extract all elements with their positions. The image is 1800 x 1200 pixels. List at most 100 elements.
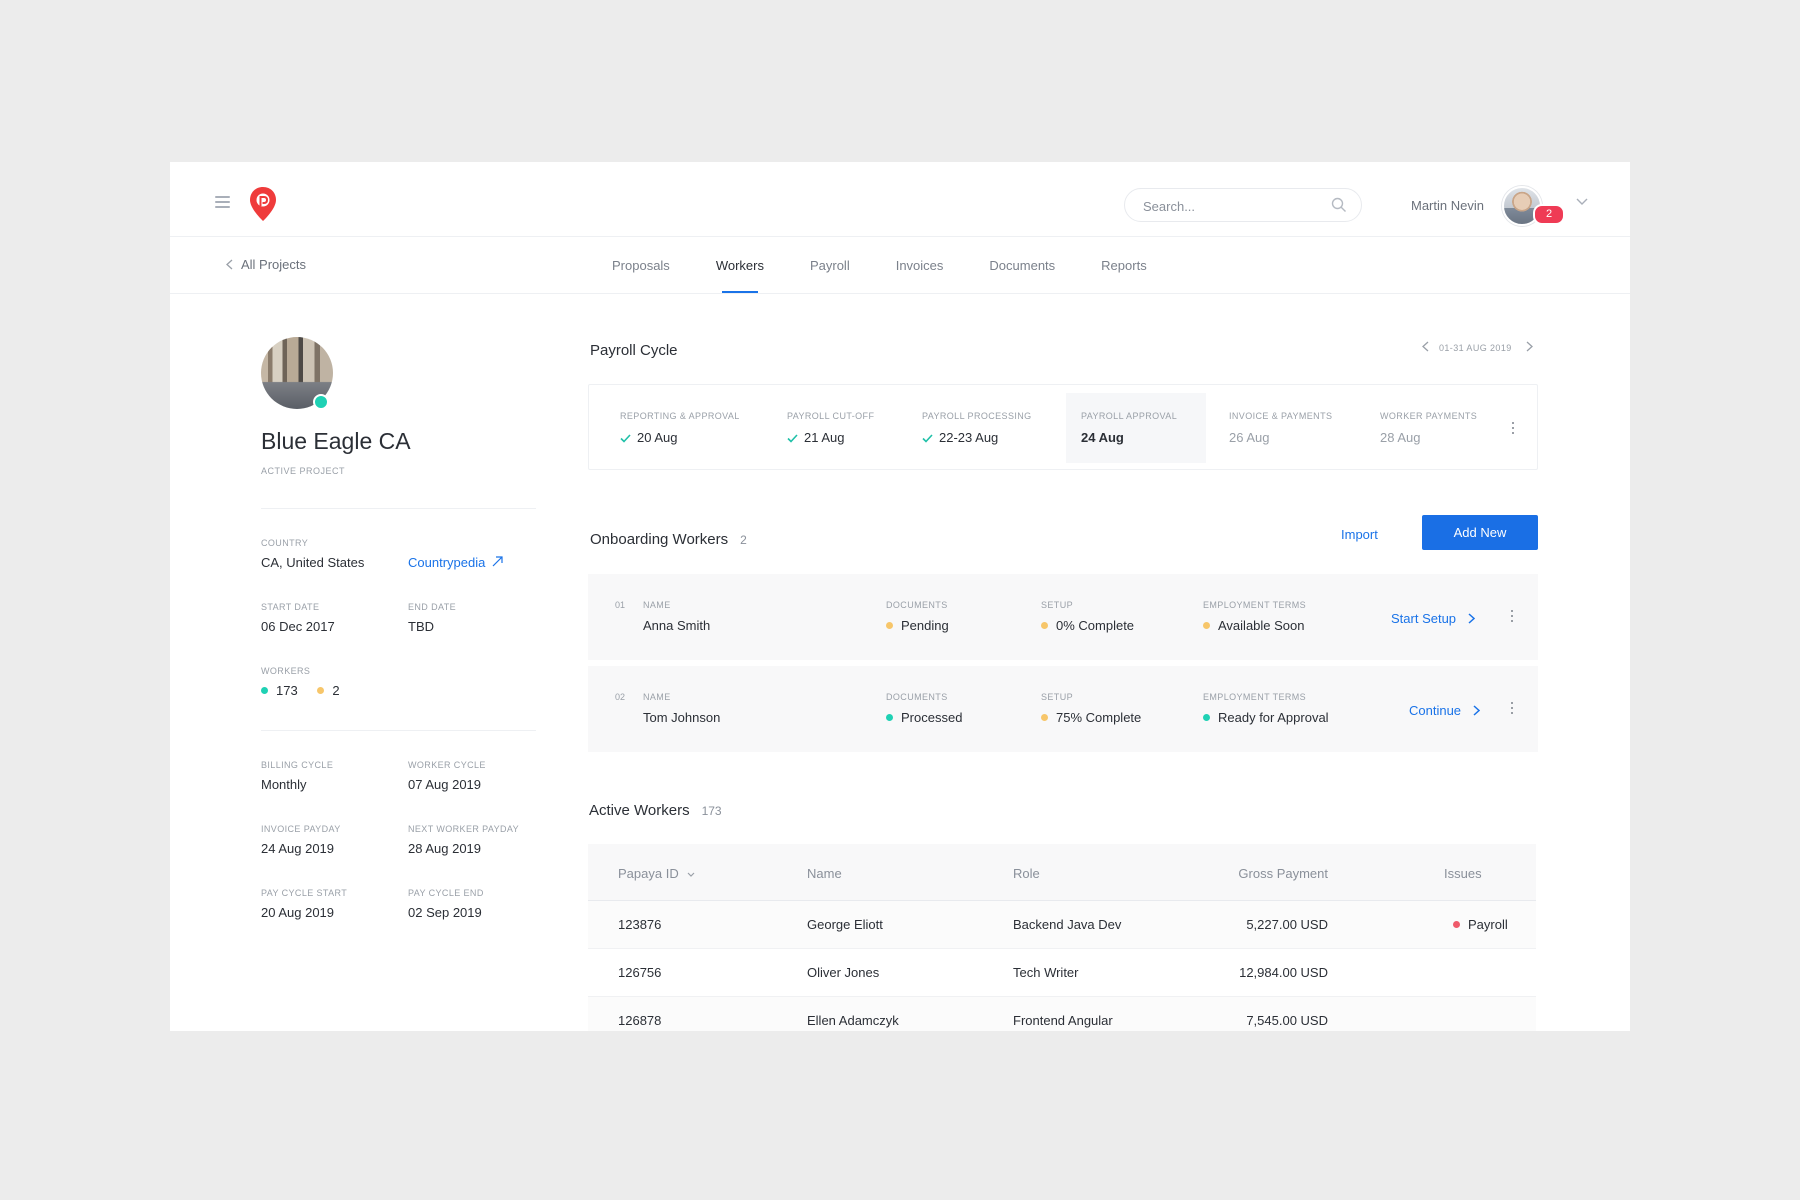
worker-cycle-label: WORKER CYCLE xyxy=(408,760,486,770)
chevron-down-icon[interactable] xyxy=(1576,198,1588,206)
tab-payroll[interactable]: Payroll xyxy=(787,237,873,293)
pay-cycle-end-value: 02 Sep 2019 xyxy=(408,905,482,920)
table-header: Papaya ID Name Role Gross Payment Issues xyxy=(588,844,1536,901)
column-header-issues[interactable]: Issues xyxy=(1444,866,1482,881)
countrypedia-label: Countrypedia xyxy=(408,555,486,570)
cycle-range: 01-31 AUG 2019 xyxy=(1439,343,1512,353)
tab-documents[interactable]: Documents xyxy=(966,237,1078,293)
start-setup-button[interactable]: Start Setup xyxy=(1391,611,1476,626)
terms-label: EMPLOYMENT TERMS xyxy=(1203,600,1307,610)
cell-name: Oliver Jones xyxy=(807,965,880,980)
payroll-cycle-title: Payroll Cycle xyxy=(590,342,678,359)
column-header-role[interactable]: Role xyxy=(1013,866,1040,881)
step-date: 22-23 Aug xyxy=(939,430,999,445)
column-header-papaya-id[interactable]: Papaya ID xyxy=(618,866,695,881)
tab-invoices[interactable]: Invoices xyxy=(873,237,967,293)
chevron-left-icon[interactable] xyxy=(1422,341,1429,352)
pay-cycle-start-label: PAY CYCLE START xyxy=(261,888,348,898)
worker-cycle-value: 07 Aug 2019 xyxy=(408,777,482,792)
cycle-step-current: PAYROLL APPROVAL 24 Aug xyxy=(1066,393,1206,463)
documents-label: DOCUMENTS xyxy=(886,692,948,702)
pay-cycle-end-label: PAY CYCLE END xyxy=(408,888,484,898)
cell-id: 126756 xyxy=(618,965,662,980)
step-date: 26 Aug xyxy=(1229,430,1270,445)
more-options-icon[interactable] xyxy=(1510,702,1514,716)
step-date: 21 Aug xyxy=(804,430,845,445)
project-status-label: ACTIVE PROJECT xyxy=(261,466,346,476)
tab-proposals[interactable]: Proposals xyxy=(589,237,693,293)
setup-status-text: 75% Complete xyxy=(1056,710,1142,725)
step-value: 20 Aug xyxy=(620,430,678,445)
start-date-label: START DATE xyxy=(261,602,320,612)
step-label: REPORTING & APPROVAL xyxy=(620,411,740,421)
next-worker-payday-value: 28 Aug 2019 xyxy=(408,841,482,856)
step-label: PAYROLL PROCESSING xyxy=(922,411,1032,421)
action-label: Start Setup xyxy=(1391,611,1457,626)
project-title: Blue Eagle CA xyxy=(261,428,411,454)
next-worker-payday-label: NEXT WORKER PAYDAY xyxy=(408,824,520,834)
active-workers-table: Papaya ID Name Role Gross Payment Issues… xyxy=(588,844,1536,1031)
step-date: 24 Aug xyxy=(1081,430,1124,445)
invoice-payday-label: INVOICE PAYDAY xyxy=(261,824,341,834)
row-number: 01 xyxy=(615,600,626,610)
status-dot xyxy=(1041,622,1048,629)
terms-label: EMPLOYMENT TERMS xyxy=(1203,692,1307,702)
more-options-icon[interactable] xyxy=(1511,422,1515,436)
workers-counts: 173 2 xyxy=(261,683,340,698)
cycle-step: REPORTING & APPROVAL 20 Aug xyxy=(589,385,759,471)
step-label: INVOICE & PAYMENTS xyxy=(1229,411,1333,421)
cell-gross-payment: 7,545.00 USD xyxy=(1246,1013,1328,1028)
search-input[interactable] xyxy=(1141,189,1325,223)
setup-label: SETUP xyxy=(1041,692,1074,702)
terms-status: Available Soon xyxy=(1203,618,1305,633)
user-name[interactable]: Martin Nevin xyxy=(1411,198,1484,213)
chevron-left-icon xyxy=(226,259,233,270)
tab-reports[interactable]: Reports xyxy=(1078,237,1170,293)
step-date: 28 Aug xyxy=(1380,430,1421,445)
import-button[interactable]: Import xyxy=(1341,527,1378,542)
step-label: PAYROLL CUT-OFF xyxy=(787,411,875,421)
onboarding-row[interactable]: 02 NAME Tom Johnson DOCUMENTS Processed … xyxy=(588,666,1538,752)
table-body: 123876 George Eliott Backend Java Dev 5,… xyxy=(588,901,1536,1031)
row-number: 02 xyxy=(615,692,626,702)
cycle-range-nav: 01-31 AUG 2019 xyxy=(1422,341,1533,353)
step-value: 21 Aug xyxy=(787,430,845,445)
status-dot xyxy=(886,622,893,629)
continue-button[interactable]: Continue xyxy=(1409,703,1481,718)
onboarding-status-dot xyxy=(317,687,325,694)
countrypedia-link[interactable]: Countrypedia xyxy=(408,555,503,570)
chevron-right-icon[interactable] xyxy=(1526,341,1533,352)
notification-badge[interactable]: 2 xyxy=(1533,204,1565,225)
payroll-cycle-steps: REPORTING & APPROVAL 20 Aug PAYROLL CUT-… xyxy=(588,384,1538,470)
chevron-right-icon xyxy=(1468,613,1476,624)
column-header-gross-payment[interactable]: Gross Payment xyxy=(1238,866,1328,881)
status-dot xyxy=(1203,714,1210,721)
external-link-icon xyxy=(492,556,503,567)
onboarding-row[interactable]: 01 NAME Anna Smith DOCUMENTS Pending SET… xyxy=(588,574,1538,660)
cell-id: 123876 xyxy=(618,917,662,932)
onboarding-title-row: Onboarding Workers 2 xyxy=(590,531,747,548)
setup-label: SETUP xyxy=(1041,600,1074,610)
column-header-name[interactable]: Name xyxy=(807,866,842,881)
hamburger-menu-icon[interactable] xyxy=(215,196,230,208)
table-row[interactable]: 123876 George Eliott Backend Java Dev 5,… xyxy=(588,901,1536,949)
table-row[interactable]: 126878 Ellen Adamczyk Frontend Angular 7… xyxy=(588,997,1536,1031)
country-value: CA, United States xyxy=(261,555,365,570)
sub-navigation: All Projects Proposals Workers Payroll I… xyxy=(170,237,1630,294)
cell-role: Frontend Angular xyxy=(1013,1013,1113,1028)
more-options-icon[interactable] xyxy=(1510,610,1514,624)
table-row[interactable]: 126756 Oliver Jones Tech Writer 12,984.0… xyxy=(588,949,1536,997)
back-to-projects-link[interactable]: All Projects xyxy=(226,257,306,272)
status-dot xyxy=(1041,714,1048,721)
terms-status-text: Ready for Approval xyxy=(1218,710,1329,725)
active-workers-title: Active Workers xyxy=(589,802,690,819)
tab-workers[interactable]: Workers xyxy=(693,237,787,293)
search-icon[interactable] xyxy=(1331,197,1347,213)
documents-status: Processed xyxy=(886,710,962,725)
status-dot xyxy=(886,714,893,721)
add-new-button[interactable]: Add New xyxy=(1422,515,1538,550)
start-date-value: 06 Dec 2017 xyxy=(261,619,335,634)
cycle-step: WORKER PAYMENTS 28 Aug xyxy=(1358,385,1498,471)
brand-logo[interactable] xyxy=(248,186,278,222)
column-label: Papaya ID xyxy=(618,866,679,881)
